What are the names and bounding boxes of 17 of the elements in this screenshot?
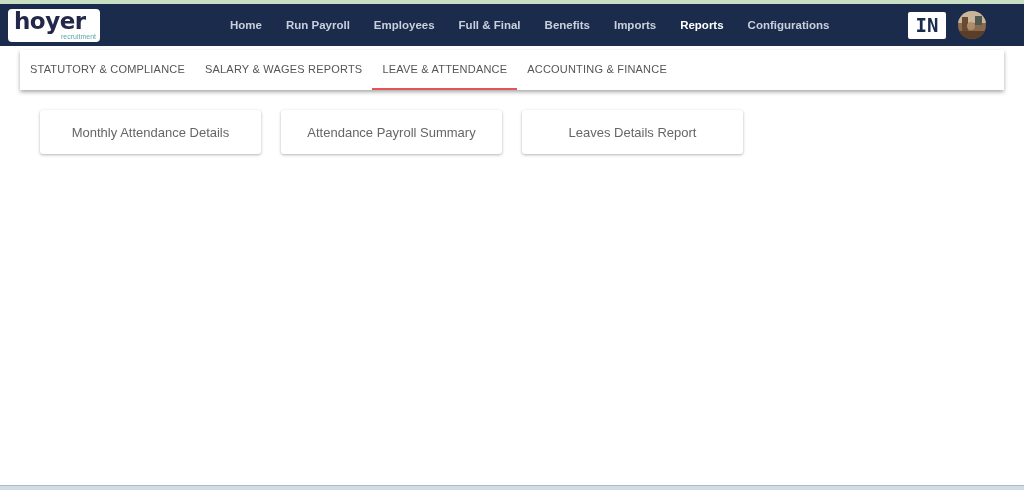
report-tab[interactable]: ACCOUNTING & FINANCE: [517, 50, 677, 90]
report-card[interactable]: Attendance Payroll Summary: [281, 110, 502, 154]
report-tab[interactable]: SALARY & WAGES REPORTS: [194, 50, 373, 90]
report-tab[interactable]: STATUTORY & COMPLIANCE: [20, 50, 195, 90]
nav-link[interactable]: Run Payroll: [273, 19, 362, 31]
nav-link[interactable]: Employees: [361, 19, 447, 31]
nav-link[interactable]: Full & Final: [446, 19, 533, 31]
logo-text: hoyer: [14, 10, 86, 33]
nav-link[interactable]: Benefits: [532, 19, 602, 31]
nav-link[interactable]: Imports: [601, 19, 669, 31]
nav-link[interactable]: Configurations: [735, 19, 842, 31]
report-tab[interactable]: LEAVE & ATTENDANCE: [372, 50, 518, 90]
report-card[interactable]: Leaves Details Report: [522, 110, 743, 154]
nav-link[interactable]: Home: [218, 19, 274, 31]
report-card[interactable]: Monthly Attendance Details: [40, 110, 261, 154]
nav-link[interactable]: Reports: [668, 19, 736, 31]
language-badge[interactable]: IN: [908, 11, 946, 39]
